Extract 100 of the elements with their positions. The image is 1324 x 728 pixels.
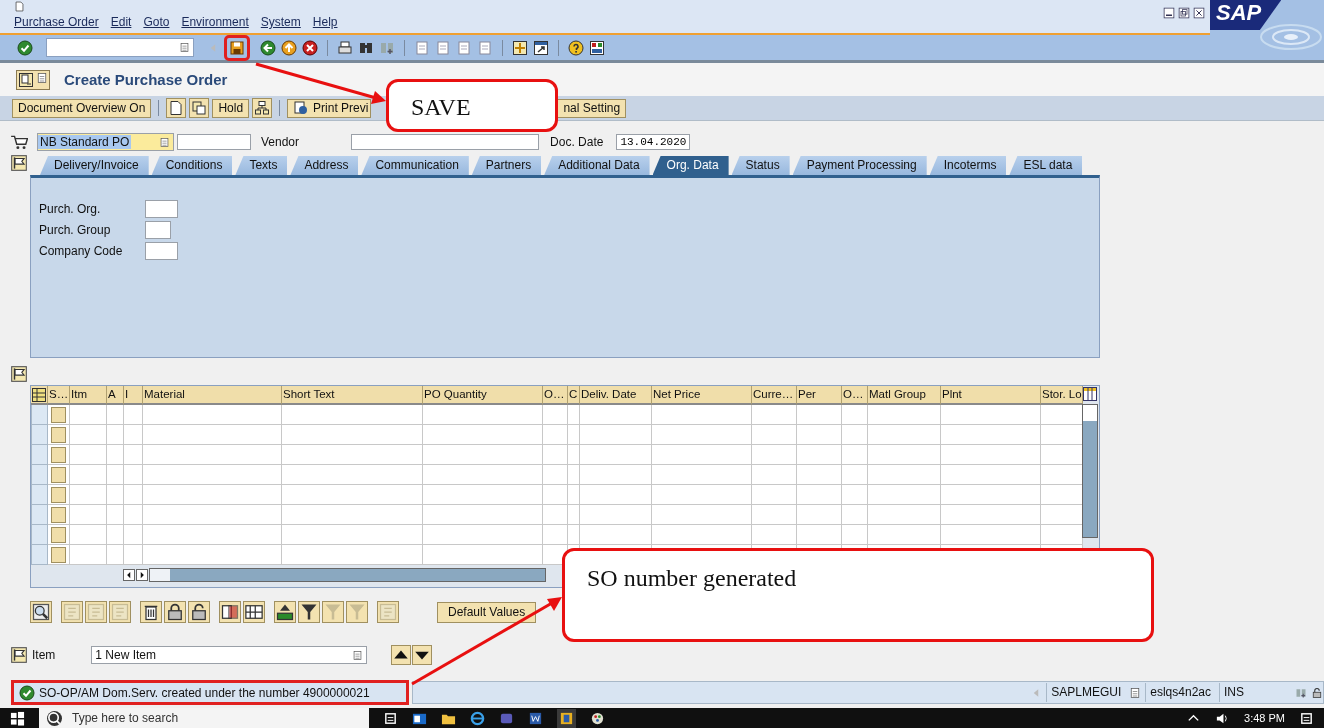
document-icon[interactable] — [528, 710, 543, 726]
scroll-left-icon[interactable] — [123, 569, 135, 581]
previous-item-icon[interactable] — [391, 645, 412, 665]
help-icon[interactable] — [568, 39, 584, 56]
unlock-icon[interactable] — [188, 601, 210, 623]
hold-button[interactable]: Hold — [212, 98, 250, 118]
tab[interactable]: Additional Data — [544, 156, 650, 175]
table-icon[interactable] — [31, 386, 47, 403]
tab[interactable]: ESL data — [1009, 156, 1083, 175]
column-header[interactable]: O… — [842, 386, 868, 405]
dropdown-icon[interactable] — [179, 42, 190, 53]
input-field[interactable] — [145, 199, 178, 218]
clock[interactable]: 3:48 PM — [1244, 712, 1285, 724]
menu-item[interactable]: Edit — [110, 15, 132, 29]
filter-icon[interactable] — [298, 601, 320, 623]
collapse-detail-icon[interactable] — [10, 646, 28, 664]
enter-icon[interactable] — [17, 39, 33, 56]
dropdown-icon[interactable] — [159, 136, 170, 148]
personal-setting-button[interactable]: nal Setting — [557, 98, 627, 118]
back-icon[interactable] — [260, 39, 276, 56]
column-header[interactable]: A — [107, 386, 124, 405]
column-header[interactable]: I — [124, 386, 143, 405]
tab[interactable]: Communication — [361, 156, 469, 175]
horizontal-scrollbar[interactable] — [149, 568, 546, 582]
delete-icon[interactable] — [140, 601, 162, 623]
window-menu-icon[interactable] — [14, 1, 25, 12]
input-field[interactable] — [145, 241, 178, 260]
tab[interactable]: Incoterms — [929, 156, 1007, 175]
table-settings-icon[interactable] — [1082, 386, 1098, 402]
menu-item[interactable]: System — [260, 15, 301, 29]
print-preview-button[interactable]: Print Previ — [287, 98, 372, 118]
status-button[interactable] — [51, 466, 66, 483]
document-overview-button[interactable]: Document Overview On — [12, 98, 152, 118]
column-header[interactable]: Short Text — [282, 386, 423, 405]
create-icon[interactable] — [166, 98, 187, 118]
menu-item[interactable]: Help — [312, 15, 338, 29]
task-view-icon[interactable] — [383, 710, 398, 726]
column-header[interactable]: Material — [143, 386, 282, 405]
tab[interactable]: Delivery/Invoice — [40, 156, 149, 175]
vertical-scrollbar[interactable] — [1082, 404, 1098, 538]
column-header[interactable]: PO Quantity — [423, 386, 543, 405]
list-icon[interactable] — [1129, 686, 1142, 699]
command-field[interactable] — [46, 38, 194, 57]
tab[interactable]: Payment Processing — [792, 156, 927, 175]
paint-icon[interactable] — [590, 710, 605, 726]
column-header[interactable]: C — [568, 386, 580, 405]
taskbar-search-field[interactable]: Type here to search — [39, 708, 369, 728]
collapse-header-icon[interactable] — [10, 154, 28, 172]
lock-icon[interactable] — [1311, 686, 1323, 699]
tab[interactable]: Org. Data — [652, 156, 729, 175]
close-icon[interactable] — [1193, 7, 1205, 19]
restore-icon[interactable] — [1178, 7, 1190, 19]
print-icon[interactable] — [337, 39, 353, 56]
shortcut-icon[interactable] — [533, 39, 549, 56]
status-button[interactable] — [51, 546, 66, 563]
tab[interactable]: Status — [731, 156, 790, 175]
split-icon[interactable] — [243, 601, 265, 623]
status-button[interactable] — [51, 426, 66, 443]
start-icon[interactable] — [10, 710, 25, 726]
notifications-icon[interactable] — [1299, 710, 1314, 726]
column-header[interactable]: Plnt — [941, 386, 1041, 405]
tab[interactable]: Texts — [235, 156, 288, 175]
exit-icon[interactable] — [281, 39, 297, 56]
scroll-right-icon[interactable] — [136, 569, 148, 581]
details-icon[interactable] — [30, 601, 52, 623]
vendor-field[interactable] — [351, 134, 540, 150]
status-button[interactable] — [51, 506, 66, 523]
copy-icon[interactable] — [189, 98, 210, 118]
column-header[interactable]: Per — [797, 386, 842, 405]
tab[interactable]: Partners — [471, 156, 542, 175]
minimize-icon[interactable] — [1163, 7, 1175, 19]
tab[interactable]: Address — [290, 156, 359, 175]
cancel-icon[interactable] — [302, 39, 318, 56]
copy-icon[interactable] — [219, 601, 241, 623]
menu-item[interactable]: Purchase Order — [14, 15, 99, 29]
column-header[interactable]: Itm — [70, 386, 107, 405]
cart-icon[interactable] — [10, 133, 28, 151]
lock-icon[interactable] — [164, 601, 186, 623]
browser-icon[interactable] — [470, 710, 485, 726]
layout-icon[interactable] — [589, 39, 605, 56]
menu-toggle-button[interactable] — [16, 69, 50, 90]
status-button[interactable] — [51, 486, 66, 503]
status-message[interactable]: SO-OP/AM Dom.Serv. created under the number 4900000021 — [39, 685, 370, 700]
dropdown-icon[interactable] — [352, 649, 364, 661]
next-item-icon[interactable] — [412, 645, 433, 665]
menu-item[interactable]: Environment — [181, 15, 249, 29]
column-header[interactable]: Curre… — [752, 386, 797, 405]
new-session-icon[interactable] — [512, 39, 528, 56]
column-header[interactable]: Deliv. Date — [580, 386, 652, 405]
item-dropdown[interactable]: 1 New Item — [91, 646, 368, 664]
sort-icon[interactable] — [274, 601, 296, 623]
input-field[interactable] — [145, 220, 171, 239]
document-type-dropdown[interactable]: NB Standard PO — [37, 133, 174, 151]
collapse-items-icon[interactable] — [10, 365, 28, 383]
doc-date-field[interactable]: 13.04.2020 — [616, 134, 691, 150]
column-header[interactable]: O… — [543, 386, 568, 405]
input-field[interactable] — [177, 134, 251, 150]
app-icon[interactable] — [557, 708, 576, 728]
tab[interactable]: Conditions — [151, 156, 233, 175]
column-header[interactable]: Matl Group — [868, 386, 941, 405]
